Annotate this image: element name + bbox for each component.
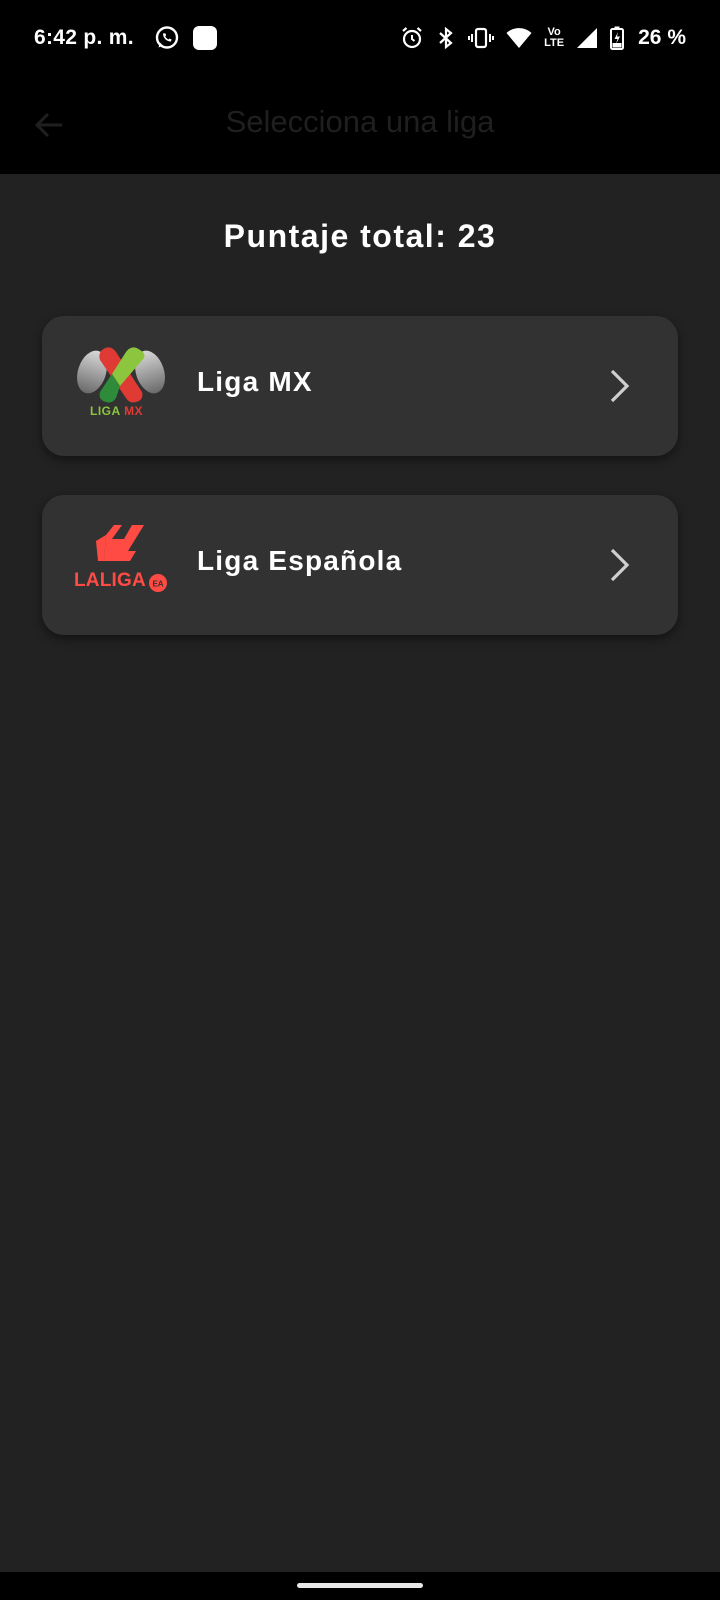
chevron-right-icon bbox=[600, 541, 640, 589]
status-right: Vo LTE 26 % bbox=[400, 26, 686, 50]
svg-text:EA: EA bbox=[152, 580, 163, 589]
volte-bottom-label: LTE bbox=[544, 37, 565, 49]
main-content: Puntaje total: 23 LIGA MX Liga MX EA LAL… bbox=[0, 174, 720, 1572]
total-score: Puntaje total: 23 bbox=[223, 218, 497, 254]
battery-charging-icon bbox=[610, 26, 625, 50]
app-bar: Selecciona una liga bbox=[0, 76, 720, 174]
battery-percentage: 26 % bbox=[638, 26, 686, 49]
vibrate-icon bbox=[468, 26, 495, 50]
whatsapp-icon bbox=[154, 25, 180, 51]
league-name: Liga MX bbox=[197, 366, 313, 397]
wifi-icon bbox=[506, 27, 532, 49]
league-name: Liga Española bbox=[197, 545, 403, 576]
alarm-icon bbox=[400, 26, 424, 50]
laliga-logo: EA LALIGA bbox=[72, 521, 170, 609]
notification-square-icon bbox=[192, 25, 218, 51]
league-card-liga-mx[interactable]: LIGA MX Liga MX bbox=[42, 316, 678, 456]
signal-icon bbox=[576, 27, 598, 49]
liga-mx-logo-text: LIGA MX bbox=[90, 404, 144, 418]
chevron-right-icon bbox=[600, 362, 640, 410]
volte-icon: Vo LTE bbox=[544, 27, 564, 49]
liga-mx-logo: LIGA MX bbox=[72, 342, 170, 430]
laliga-logo-text: LALIGA bbox=[74, 570, 146, 591]
status-bar: 6:42 p. m. Vo LTE 26 % bbox=[0, 0, 720, 76]
league-card-liga-espanola[interactable]: EA LALIGA Liga Española bbox=[42, 495, 678, 635]
home-indicator[interactable] bbox=[297, 1583, 423, 1588]
status-time: 6:42 p. m. bbox=[34, 26, 134, 49]
bluetooth-icon bbox=[436, 26, 456, 50]
status-left: 6:42 p. m. bbox=[34, 25, 218, 51]
page-title: Selecciona una liga bbox=[225, 104, 495, 139]
navigation-bar bbox=[0, 1572, 720, 1600]
